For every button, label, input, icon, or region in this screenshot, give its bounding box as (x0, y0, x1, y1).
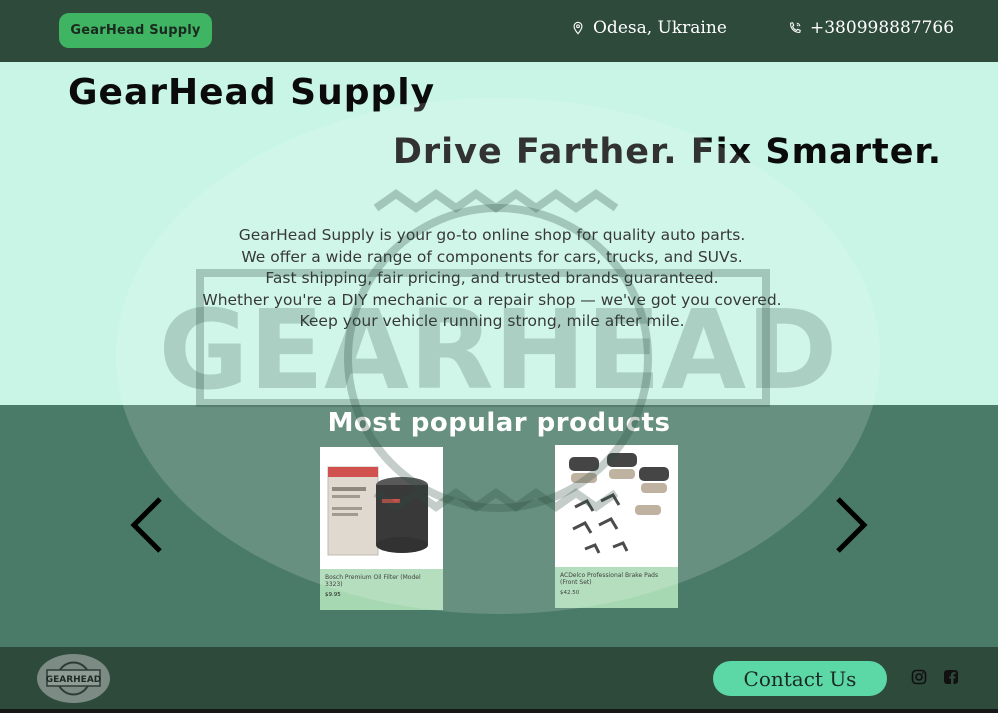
location-info: Odesa, Ukraine (571, 18, 727, 38)
phone-text[interactable]: +380998887766 (810, 18, 954, 38)
hero-description: GearHead Supply is your go-to online sho… (0, 225, 984, 333)
product-name: ACDelco Professional Brake Pads (Front S… (560, 572, 659, 586)
footer: GEARHEAD Contact Us (0, 647, 998, 709)
hero-line: We offer a wide range of components for … (241, 247, 743, 266)
products-title: Most popular products (327, 408, 671, 438)
product-card[interactable]: Bosch Premium Oil Filter (Model 3323) $9… (320, 447, 443, 610)
hero-title: GearHead Supply (68, 72, 436, 113)
brake-pads-image (555, 445, 678, 567)
product-price: $9.95 (325, 592, 341, 598)
product-name: Bosch Premium Oil Filter (Model 3323) (325, 574, 421, 588)
instagram-icon[interactable] (911, 669, 927, 685)
hero-line: Fast shipping, fair pricing, and trusted… (265, 269, 719, 287)
product-price: $42.50 (560, 590, 580, 596)
hero-section: GearHead Supply Drive Farther. Fix Smart… (0, 62, 998, 405)
oil-filter-image (320, 447, 443, 569)
top-header: GearHead Supply Odesa, Ukraine +38099888… (0, 0, 998, 62)
contact-us-button[interactable]: Contact Us (713, 661, 887, 696)
location-text: Odesa, Ukraine (593, 18, 727, 38)
product-card[interactable]: ACDelco Professional Brake Pads (Front S… (555, 445, 678, 608)
brand-badge[interactable]: GearHead Supply (59, 13, 212, 48)
chevron-left-icon[interactable] (126, 495, 166, 555)
bottom-edge (0, 709, 998, 713)
popular-products-section: Most popular products Bosch Premium Oil … (0, 405, 998, 647)
hero-line: Whether you're a DIY mechanic or a repai… (202, 290, 782, 309)
phone-info[interactable]: +380998887766 (788, 18, 954, 38)
footer-logo-text: GEARHEAD (46, 675, 102, 685)
hero-tagline: Drive Farther. Fix Smarter. (392, 132, 942, 172)
chevron-right-icon[interactable] (832, 495, 872, 555)
footer-logo[interactable]: GEARHEAD (37, 654, 110, 703)
facebook-icon[interactable] (943, 669, 959, 685)
phone-icon (790, 22, 801, 33)
hero-line: Keep your vehicle running strong, mile a… (299, 312, 685, 330)
hero-line: GearHead Supply is your go-to online sho… (238, 226, 746, 244)
map-pin-icon (573, 21, 583, 35)
